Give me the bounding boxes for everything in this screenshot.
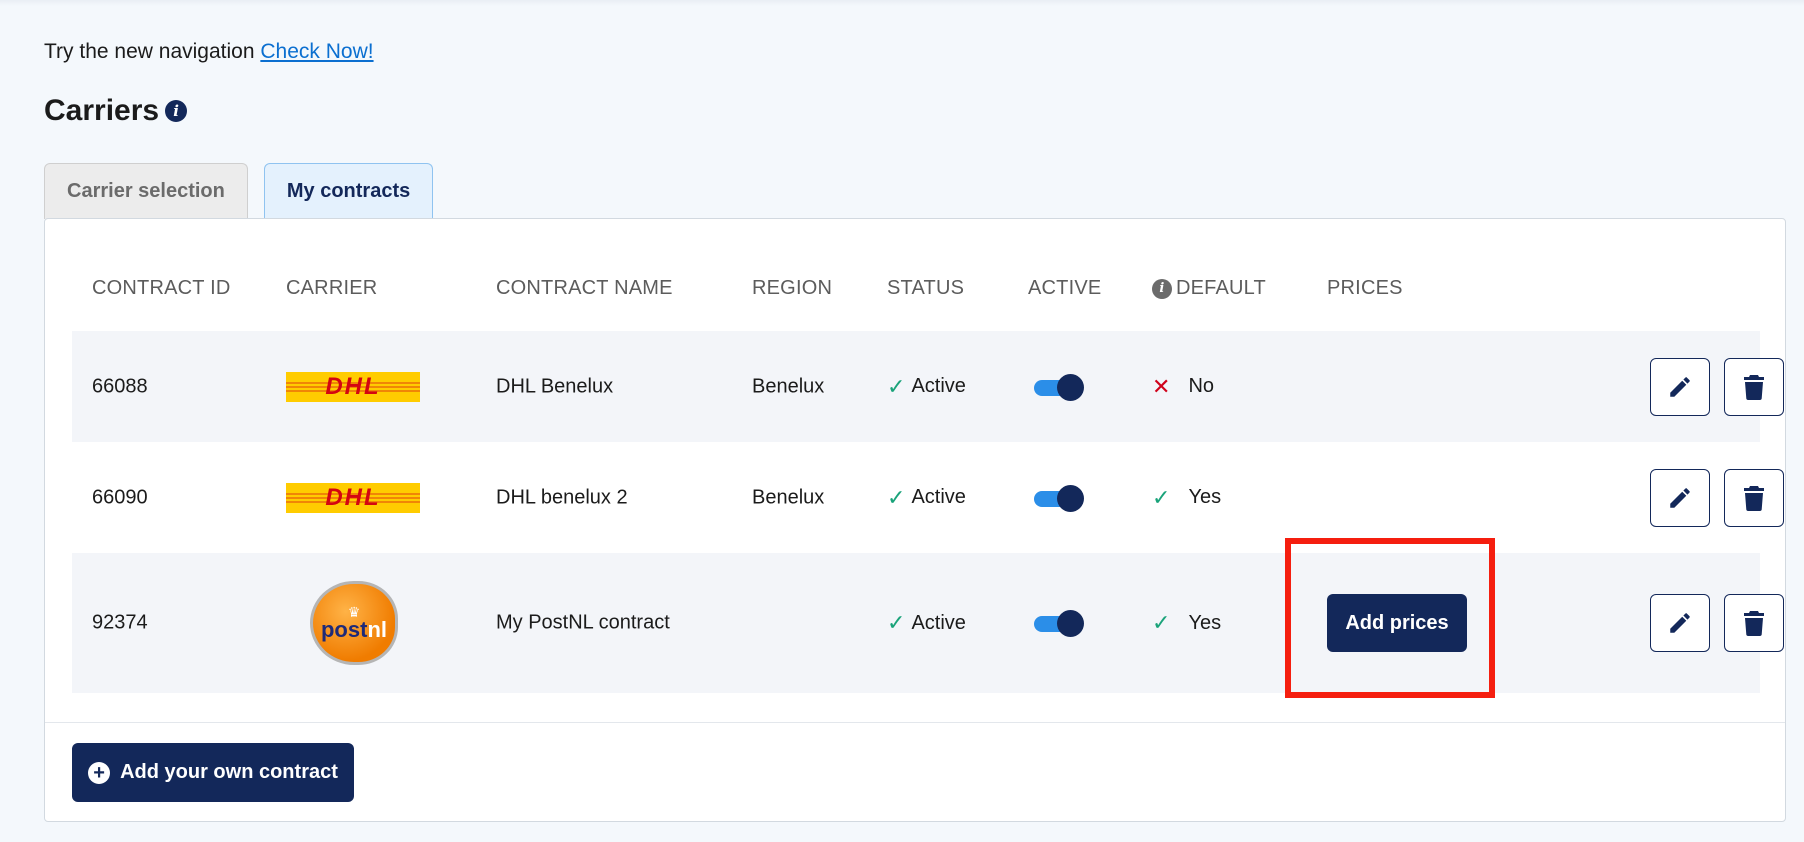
add-own-contract-button[interactable]: + Add your own contract	[72, 743, 354, 802]
top-shadow	[0, 0, 1804, 6]
plus-circle-icon: +	[88, 761, 111, 784]
check-icon: ✓	[1152, 610, 1171, 635]
edit-button[interactable]	[1650, 357, 1710, 416]
add-own-contract-label: Add your own contract	[120, 761, 338, 783]
info-icon[interactable]: i	[165, 100, 188, 122]
contract-id: 66088	[92, 375, 148, 397]
header-status: STATUS	[887, 277, 965, 299]
contract-id: 92374	[92, 611, 148, 634]
header-default-label: DEFAULT	[1176, 277, 1266, 299]
status: ✓ Active	[887, 485, 966, 511]
contract-name: DHL benelux 2	[496, 486, 628, 508]
contract-name: DHL Benelux	[496, 375, 614, 397]
contracts-panel: CONTRACT ID CARRIER CONTRACT NAME REGION…	[44, 218, 1786, 822]
check-icon: ✓	[887, 484, 906, 510]
status-text: Active	[911, 611, 966, 634]
header-default: i DEFAULT	[1152, 277, 1266, 300]
active-toggle[interactable]	[1034, 484, 1084, 512]
contract-name: My PostNL contract	[496, 611, 670, 634]
dhl-logo: DHL	[286, 371, 420, 402]
delete-button[interactable]	[1724, 357, 1784, 416]
header-contract-name: CONTRACT NAME	[496, 277, 673, 299]
trash-icon	[1744, 485, 1764, 511]
add-prices-button[interactable]: Add prices	[1327, 594, 1467, 652]
status: ✓ Active	[887, 374, 966, 400]
active-toggle[interactable]	[1034, 373, 1084, 401]
status-text: Active	[911, 375, 966, 397]
table-row: 92374 ♛ postnl My PostNL contract ✓ Acti…	[72, 553, 1784, 693]
page-title: Carriers i	[44, 94, 188, 128]
trash-icon	[1744, 611, 1764, 636]
default-text: Yes	[1188, 611, 1222, 634]
postnl-logo: ♛ postnl	[310, 581, 398, 665]
dhl-logo: DHL	[286, 482, 420, 513]
default-text: Yes	[1188, 486, 1222, 508]
new-navigation-text: Try the new navigation	[44, 40, 255, 63]
default-info-icon[interactable]: i	[1152, 278, 1172, 299]
header-prices: PRICES	[1327, 277, 1403, 299]
tab-carrier-selection[interactable]: Carrier selection	[44, 163, 248, 219]
footer-divider	[45, 722, 1785, 723]
default-text: No	[1188, 375, 1215, 397]
carrier-logo-dhl: DHL	[286, 482, 420, 513]
tab-my-contracts[interactable]: My contracts	[263, 163, 434, 219]
delete-button[interactable]	[1724, 468, 1784, 527]
contract-id: 66090	[92, 486, 148, 508]
check-now-link[interactable]: Check Now!	[260, 40, 373, 63]
check-icon: ✓	[887, 373, 906, 399]
header-active: ACTIVE	[1028, 277, 1102, 299]
tab-bar: Carrier selection My contracts	[44, 163, 434, 219]
region: Benelux	[752, 375, 825, 397]
edit-button[interactable]	[1650, 468, 1710, 527]
default-value: ✓ Yes	[1152, 485, 1221, 511]
carrier-logo-dhl: DHL	[286, 371, 420, 402]
new-navigation-notice: Try the new navigation Check Now!	[44, 40, 374, 64]
pencil-icon	[1670, 376, 1690, 397]
header-region: REGION	[752, 277, 833, 299]
pencil-icon	[1670, 487, 1690, 508]
region: Benelux	[752, 486, 825, 508]
table-row: 66090 DHL DHL benelux 2 Benelux ✓ Active…	[72, 442, 1784, 553]
dhl-logo-text: DHL	[325, 372, 381, 400]
toggle-switch[interactable]	[1034, 373, 1084, 401]
check-icon: ✓	[1152, 484, 1171, 510]
cross-icon: ✕	[1152, 373, 1171, 399]
page-title-text: Carriers	[44, 94, 160, 127]
toggle-switch[interactable]	[1034, 484, 1084, 512]
edit-button[interactable]	[1650, 594, 1710, 652]
delete-button[interactable]	[1724, 594, 1784, 652]
table-row: 66088 DHL DHL Benelux Benelux ✓ Active ✕…	[72, 331, 1784, 442]
carrier-logo-postnl: ♛ postnl	[310, 581, 398, 665]
header-carrier: CARRIER	[286, 277, 378, 299]
status: ✓ Active	[887, 610, 966, 636]
postnl-logo-text: postnl	[320, 617, 387, 642]
header-contract-id: CONTRACT ID	[92, 277, 231, 299]
check-icon: ✓	[887, 610, 906, 635]
default-value: ✓ Yes	[1152, 610, 1221, 636]
active-toggle[interactable]	[1034, 610, 1084, 637]
trash-icon	[1744, 374, 1764, 400]
default-value: ✕ No	[1152, 374, 1214, 400]
toggle-switch[interactable]	[1034, 610, 1084, 637]
dhl-logo-text: DHL	[325, 483, 381, 511]
status-text: Active	[911, 486, 966, 508]
pencil-icon	[1670, 613, 1690, 633]
